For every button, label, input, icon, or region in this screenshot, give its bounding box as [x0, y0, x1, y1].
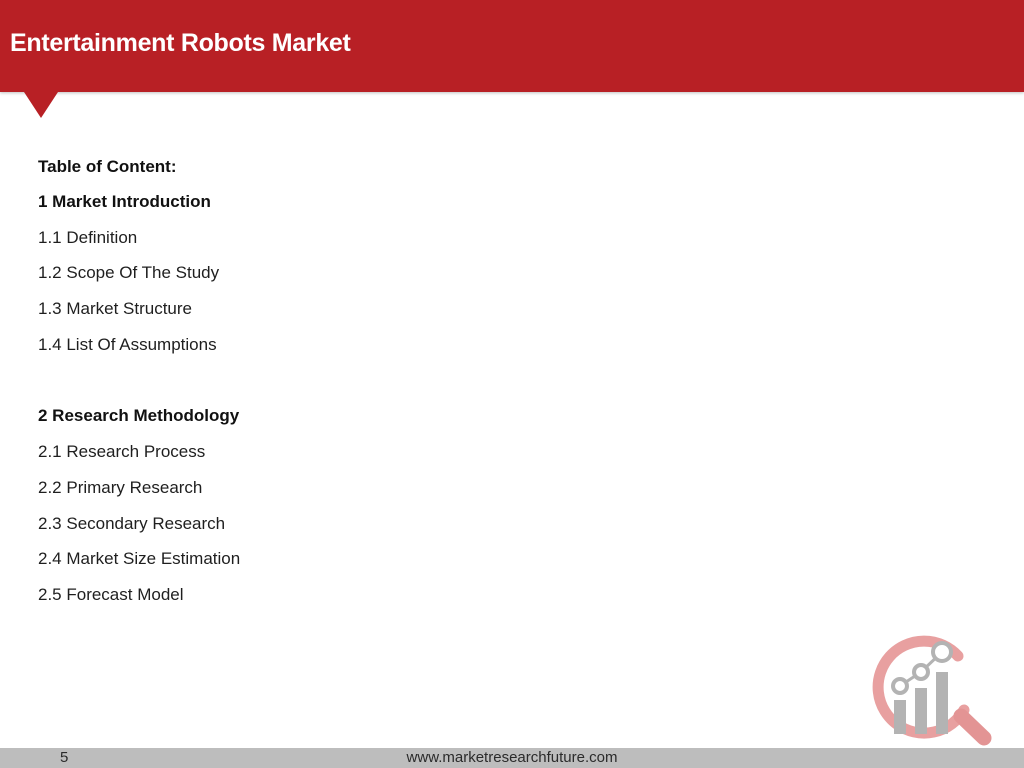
- footer-website-link[interactable]: www.marketresearchfuture.com: [0, 748, 1024, 768]
- toc-item: 1.3 Market Structure: [38, 299, 193, 318]
- toc-heading: Table of Content:: [38, 157, 177, 176]
- footer-bar: 5 www.marketresearchfuture.com: [0, 748, 1024, 768]
- toc-item: 2.1 Research Process: [38, 442, 206, 461]
- toc-item: 1.4 List Of Assumptions: [38, 335, 217, 354]
- toc-section-title: 1 Market Introduction: [38, 192, 211, 211]
- table-of-contents: Table of Content: 1 Market Introduction …: [38, 0, 638, 640]
- toc-item: 1.2 Scope Of The Study: [38, 263, 220, 282]
- magnifier-chart-icon: [872, 635, 992, 746]
- toc-item: 2.2 Primary Research: [38, 478, 203, 497]
- toc-section-title: 2 Research Methodology: [38, 406, 240, 425]
- toc-item: 2.3 Secondary Research: [38, 514, 226, 533]
- toc-item: 1.1 Definition: [38, 228, 138, 247]
- toc-item: 2.4 Market Size Estimation: [38, 549, 241, 568]
- toc-item: 2.5 Forecast Model: [38, 585, 184, 604]
